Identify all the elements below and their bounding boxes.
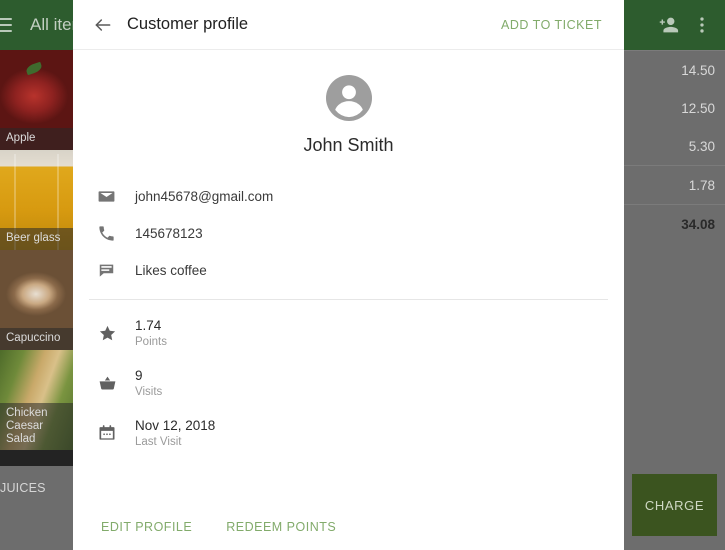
grid-divider-band [0, 450, 73, 466]
order-line-amount[interactable]: 14.50 [624, 51, 725, 89]
edit-profile-button[interactable]: EDIT PROFILE [97, 514, 196, 540]
add-to-ticket-button[interactable]: ADD TO TICKET [501, 18, 608, 32]
customer-profile-dialog: Customer profile ADD TO TICKET John Smit… [73, 0, 624, 550]
contact-row-phone[interactable]: 145678123 [97, 215, 624, 252]
product-tile-label: Chicken Caesar Salad [0, 403, 73, 450]
note-value: Likes coffee [135, 263, 207, 278]
order-total-amount: 34.08 [624, 204, 725, 243]
phone-value: 145678123 [135, 226, 203, 241]
product-tile[interactable]: Apple [0, 50, 73, 150]
avatar [326, 75, 372, 121]
product-tile[interactable]: Beer glass [0, 150, 73, 250]
email-value: john45678@gmail.com [135, 189, 273, 204]
dialog-actions: EDIT PROFILE REDEEM POINTS [97, 514, 348, 540]
contact-row-note[interactable]: Likes coffee [97, 252, 624, 289]
product-tile-label: Capuccino [0, 328, 73, 350]
stat-row-last-visit[interactable]: Nov 12, 2018 Last Visit [97, 408, 624, 458]
phone-icon [97, 224, 135, 243]
last-visit-value: Nov 12, 2018 [135, 417, 215, 434]
contact-info-list: john45678@gmail.com 145678123 Likes coff… [73, 178, 624, 289]
contact-row-email[interactable]: john45678@gmail.com [97, 178, 624, 215]
add-person-icon[interactable] [657, 14, 679, 36]
dialog-body: John Smith john45678@gmail.com 145678123 [73, 50, 624, 550]
product-tile-label: Beer glass [0, 228, 73, 250]
redeem-points-button[interactable]: REDEEM POINTS [214, 514, 348, 540]
category-label-juices[interactable]: JUICES [0, 466, 73, 510]
star-icon [97, 323, 135, 344]
avatar-section: John Smith [73, 50, 624, 156]
customer-stats-list: 1.74 Points 9 Visits [73, 308, 624, 458]
section-divider [89, 299, 608, 300]
calendar-icon [97, 423, 135, 443]
more-vertical-icon[interactable] [691, 14, 713, 36]
stat-row-points[interactable]: 1.74 Points [97, 308, 624, 358]
product-tile[interactable]: Chicken Caesar Salad [0, 350, 73, 450]
visits-value: 9 [135, 367, 162, 384]
dialog-title: Customer profile [127, 15, 248, 34]
person-avatar-icon [326, 75, 372, 121]
back-arrow-icon[interactable] [89, 11, 117, 39]
last-visit-label: Last Visit [135, 434, 215, 450]
visits-label: Visits [135, 384, 162, 400]
order-line-amount[interactable]: 5.30 [624, 127, 725, 165]
order-panel-actions [624, 0, 725, 50]
order-lines: 14.50 12.50 5.30 1.78 34.08 CHARGE [624, 50, 725, 550]
product-tile[interactable]: Capuccino [0, 250, 73, 350]
hamburger-icon[interactable] [0, 18, 12, 32]
email-icon [97, 187, 135, 206]
points-value: 1.74 [135, 317, 167, 334]
product-tile-label: Apple [0, 128, 73, 150]
basket-icon [97, 373, 135, 394]
stat-row-visits[interactable]: 9 Visits [97, 358, 624, 408]
order-line-amount[interactable]: 12.50 [624, 89, 725, 127]
note-icon [97, 261, 135, 280]
product-grid-column: Apple Beer glass Capuccino Chicken Caesa… [0, 50, 73, 550]
order-line-amount[interactable]: 1.78 [624, 165, 725, 204]
customer-name: John Smith [303, 135, 393, 156]
points-label: Points [135, 334, 167, 350]
charge-button[interactable]: CHARGE [632, 474, 717, 536]
dialog-header: Customer profile ADD TO TICKET [73, 0, 624, 50]
order-panel: 14.50 12.50 5.30 1.78 34.08 CHARGE [624, 0, 725, 550]
